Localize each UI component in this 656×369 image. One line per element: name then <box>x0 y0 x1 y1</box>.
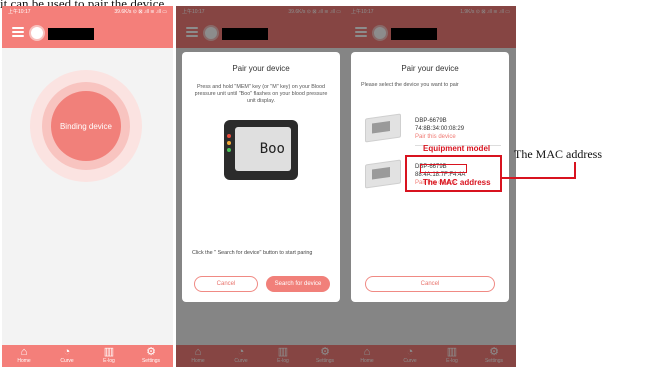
redacted-username <box>48 28 94 40</box>
tab-label: Home <box>17 358 31 364</box>
tab-bar: ⌂ Home ◔ Curve ▥ E-log ⚙ Settings <box>2 345 173 367</box>
status-time: 上午10:17 <box>351 9 374 15</box>
tab-elog[interactable]: ▥ E-log <box>88 346 130 365</box>
tab-curve[interactable]: ◔ Curve <box>46 346 88 365</box>
status-bar: 上午10:17 39.6K/s ⊙ ⊠ .ıll ≋ .ıll ▭ <box>176 6 347 18</box>
tab-elog[interactable]: ▥ E-log <box>262 346 304 365</box>
menu-icon[interactable] <box>186 27 198 37</box>
app-bar <box>2 18 173 48</box>
pair-instruction: Press and hold "MEM" key (or "M" key) on… <box>194 84 328 104</box>
home-icon: ⌂ <box>194 346 202 358</box>
annotation-equipment-model: Equipment model <box>423 144 491 153</box>
elog-icon: ▥ <box>277 346 289 358</box>
tab-label: Home <box>191 358 205 364</box>
redacted-username <box>391 28 437 40</box>
tab-label: E-log <box>446 358 458 364</box>
status-bar: 上午10:17 39.6K/s ⊙ ⊠ .ıll ≋ .ıll ▭ <box>2 6 173 18</box>
cancel-button[interactable]: Cancel <box>194 276 258 292</box>
app-bar <box>176 18 347 48</box>
avatar[interactable] <box>203 25 219 41</box>
annotation-connector-horizontal <box>502 177 576 179</box>
phone-screen-home: 上午10:17 39.6K/s ⊙ ⊠ .ıll ≋ .ıll ▭ Bindin… <box>2 6 173 367</box>
avatar[interactable] <box>372 25 388 41</box>
menu-icon[interactable] <box>12 27 24 37</box>
search-hint: Click the " Search for device" button to… <box>192 250 313 256</box>
curve-icon: ◔ <box>63 346 71 358</box>
elog-icon: ▥ <box>446 346 458 358</box>
status-icons: 39.6K/s ⊙ ⊠ .ıll ≋ .ıll ▭ <box>288 9 341 15</box>
tab-bar: ⌂ Home ◔ Curve ▥ E-log ⚙ Settings <box>176 345 347 367</box>
menu-icon[interactable] <box>355 27 367 37</box>
tab-label: Curve <box>234 358 248 364</box>
tab-label: Home <box>360 358 374 364</box>
curve-icon: ◔ <box>406 346 414 358</box>
home-icon: ⌂ <box>20 346 28 358</box>
app-bar <box>345 18 516 48</box>
device-mac: 74:8B:34:00:08:29 <box>415 126 465 132</box>
device-thumbnail <box>365 159 401 189</box>
tab-label: Settings <box>315 358 335 364</box>
tab-bar: ⌂ Home ◔ Curve ▥ E-log ⚙ Settings <box>345 345 516 367</box>
avatar[interactable] <box>29 25 45 41</box>
annotation-connector-vertical <box>574 162 576 179</box>
indicator-leds <box>227 134 233 155</box>
monitor-display: Boo <box>235 127 291 171</box>
tab-home[interactable]: ⌂ Home <box>346 346 388 365</box>
binding-device-button[interactable]: Binding device <box>51 91 121 161</box>
dialog-title: Pair your device <box>401 64 459 73</box>
pair-dialog: Pair your device Press and hold "MEM" ke… <box>182 52 340 302</box>
tab-home[interactable]: ⌂ Home <box>177 346 219 365</box>
phone-screen-pair-instructions: 上午10:17 39.6K/s ⊙ ⊠ .ıll ≋ .ıll ▭ ⌂ Home … <box>176 6 347 367</box>
annotation-mac-box <box>420 164 467 173</box>
home-content: Binding device <box>2 48 173 345</box>
home-icon: ⌂ <box>363 346 371 358</box>
tab-elog[interactable]: ▥ E-log <box>431 346 473 365</box>
status-time: 上午10:17 <box>182 9 205 15</box>
tab-label: Settings <box>141 358 161 364</box>
dialog-title: Pair your device <box>232 64 290 73</box>
tab-label: Curve <box>403 358 417 364</box>
tab-settings[interactable]: ⚙ Settings <box>130 346 172 365</box>
tab-label: Settings <box>484 358 504 364</box>
status-bar: 上午10:17 1.9K/s ⊙ ⊠ .ıll ≋ .ıll ▭ <box>345 6 516 18</box>
redacted-username <box>222 28 268 40</box>
settings-icon: ⚙ <box>146 346 156 358</box>
tab-curve[interactable]: ◔ Curve <box>389 346 431 365</box>
device-model: DBP-6679B <box>415 118 447 124</box>
settings-icon: ⚙ <box>320 346 330 358</box>
cancel-button[interactable]: Cancel <box>365 276 495 292</box>
blood-pressure-monitor-image: Boo <box>224 120 298 180</box>
tab-home[interactable]: ⌂ Home <box>3 346 45 365</box>
device-thumbnail <box>365 113 401 143</box>
search-for-device-button[interactable]: Search for device <box>266 276 330 292</box>
elog-icon: ▥ <box>103 346 115 358</box>
annotation-mac-label: The MAC address <box>514 147 602 161</box>
settings-icon: ⚙ <box>489 346 499 358</box>
tab-label: E-log <box>103 358 115 364</box>
curve-icon: ◔ <box>237 346 245 358</box>
tab-settings[interactable]: ⚙ Settings <box>473 346 515 365</box>
pair-device-link[interactable]: Pair this device <box>415 134 456 140</box>
select-instruction: Please select the device you want to pai… <box>361 82 459 88</box>
status-time: 上午10:17 <box>8 9 31 15</box>
tab-settings[interactable]: ⚙ Settings <box>304 346 346 365</box>
tab-curve[interactable]: ◔ Curve <box>220 346 262 365</box>
status-icons: 1.9K/s ⊙ ⊠ .ıll ≋ .ıll ▭ <box>460 9 510 15</box>
tab-label: E-log <box>277 358 289 364</box>
tab-label: Curve <box>60 358 74 364</box>
status-icons: 39.6K/s ⊙ ⊠ .ıll ≋ .ıll ▭ <box>114 9 167 15</box>
annotation-mac-short: The MAC address <box>423 178 491 187</box>
